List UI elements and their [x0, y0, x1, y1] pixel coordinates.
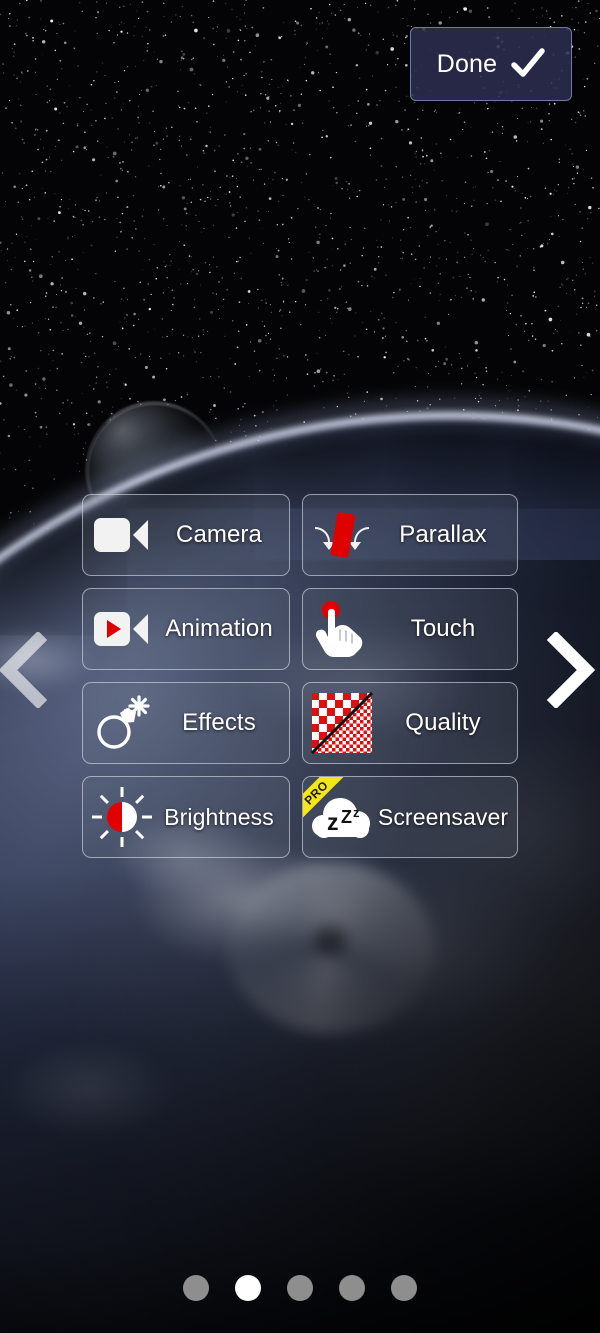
- next-page-arrow[interactable]: [544, 630, 600, 710]
- page-indicator: [0, 1275, 600, 1301]
- page-dot-4[interactable]: [391, 1275, 417, 1301]
- chevron-left-icon: [0, 630, 48, 710]
- menu-item-camera[interactable]: Camera: [82, 494, 290, 576]
- menu-item-label: Brightness: [164, 803, 274, 830]
- svg-text:z: z: [327, 809, 339, 835]
- menu-item-label: Effects: [182, 709, 256, 736]
- menu-item-parallax[interactable]: Parallax: [302, 494, 518, 576]
- chevron-right-icon: [546, 630, 596, 710]
- sun-half-icon: [89, 784, 155, 850]
- menu-item-animation[interactable]: Animation: [82, 588, 290, 670]
- video-play-icon: [89, 596, 155, 662]
- page-dot-3[interactable]: [339, 1275, 365, 1301]
- sparkle-shapes-icon: [89, 690, 155, 756]
- menu-item-label: Touch: [410, 615, 476, 642]
- wallpaper-settings-screen: Done Camera Parallax Animation Touch Eff…: [0, 0, 600, 1333]
- menu-item-label: Quality: [405, 709, 481, 736]
- page-dot-1[interactable]: [235, 1275, 261, 1301]
- svg-text:z: z: [353, 805, 360, 820]
- settings-menu-grid: Camera Parallax Animation Touch Effects …: [82, 494, 518, 858]
- tilt-phone-icon: [309, 502, 375, 568]
- done-button[interactable]: Done: [410, 27, 572, 101]
- menu-item-brightness[interactable]: Brightness: [82, 776, 290, 858]
- check-icon: [511, 48, 546, 77]
- page-dot-0[interactable]: [183, 1275, 209, 1301]
- menu-item-label: Animation: [165, 615, 273, 642]
- menu-item-label: Camera: [176, 521, 262, 548]
- checkerboard-icon: [309, 690, 375, 756]
- cyclone-swirl: [228, 862, 434, 1034]
- pointing-hand-icon: [309, 596, 375, 662]
- done-button-label: Done: [436, 49, 498, 78]
- menu-item-label: Screensaver: [377, 803, 509, 830]
- menu-item-screensaver[interactable]: PRO z Z z Screensaver: [302, 776, 518, 858]
- menu-item-effects[interactable]: Effects: [82, 682, 290, 764]
- page-dot-2[interactable]: [287, 1275, 313, 1301]
- menu-item-label: Parallax: [399, 521, 487, 548]
- menu-item-touch[interactable]: Touch: [302, 588, 518, 670]
- video-camera-icon: [89, 502, 155, 568]
- menu-item-quality[interactable]: Quality: [302, 682, 518, 764]
- svg-text:Z: Z: [341, 807, 352, 827]
- prev-page-arrow[interactable]: [0, 630, 50, 710]
